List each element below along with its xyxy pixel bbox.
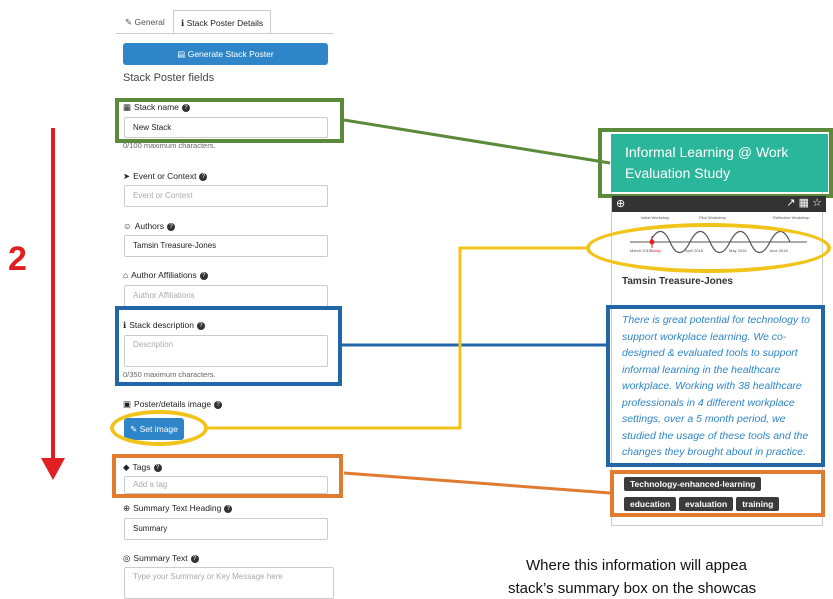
timeline-label-initial: Initial Workshop — [641, 215, 670, 220]
card-title-highlight — [598, 128, 833, 198]
tags-highlight — [112, 454, 343, 498]
star-icon[interactable]: ☆ — [812, 197, 822, 209]
card-actions-icons: ↗ ▦ ☆ — [786, 196, 822, 209]
set-image-highlight — [110, 410, 208, 446]
caption-line-2: stack’s summary box on the showcas — [508, 580, 757, 597]
globe-icon[interactable]: ⊕ — [616, 197, 625, 210]
description-highlight — [115, 306, 342, 386]
qr-icon[interactable]: ▦ — [799, 197, 809, 209]
card-tags-highlight — [610, 470, 825, 517]
external-link-icon[interactable]: ↗ — [786, 197, 795, 209]
timeline-label-pilot: Pilot Workshop — [699, 215, 726, 220]
stack-name-highlight — [115, 98, 344, 143]
timeline-label-reflective: Reflective Workshop — [773, 215, 810, 220]
card-toolbar: ⊕ ↗ ▦ ☆ — [612, 196, 826, 212]
card-description-highlight — [606, 305, 825, 467]
timeline-highlight — [586, 223, 831, 273]
caption-line-1: Where this information will appea — [526, 557, 747, 574]
card-author: Tamsin Treasure-Jones — [622, 276, 733, 287]
